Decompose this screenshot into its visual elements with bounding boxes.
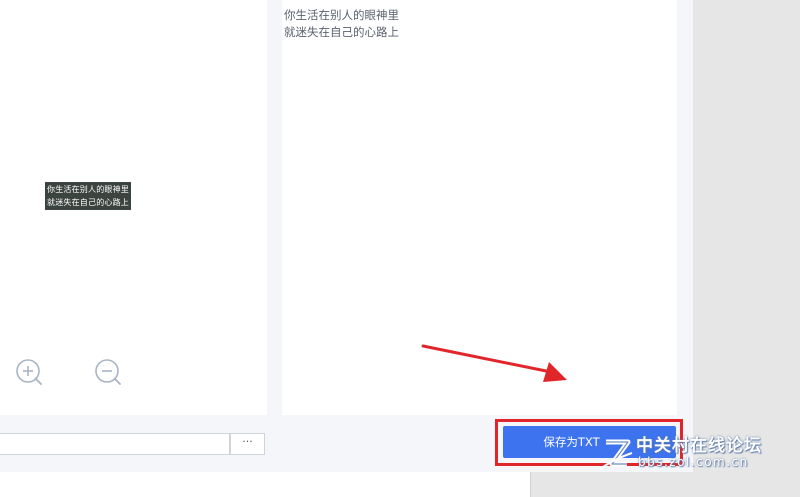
recognized-text[interactable]: 你生活在别人的眼神里 就迷失在自己的心路上 <box>284 7 399 41</box>
source-image-line-2: 就迷失在自己的心路上 <box>47 198 129 207</box>
divider <box>530 472 531 497</box>
zoom-out-button[interactable] <box>93 357 123 387</box>
zol-logo-icon <box>599 439 633 470</box>
source-image: 你生活在别人的眼神里 就迷失在自己的心路上 <box>45 182 131 210</box>
zoom-in-button[interactable] <box>14 357 44 387</box>
zoom-out-icon <box>95 359 121 385</box>
output-path-input[interactable] <box>0 433 230 455</box>
watermark-title: 中关村在线论坛 <box>636 436 762 456</box>
recognized-line-1: 你生活在别人的眼神里 <box>284 8 399 22</box>
recognized-line-2: 就迷失在自己的心路上 <box>284 25 399 39</box>
annotation-arrow <box>421 344 567 382</box>
site-watermark: 中关村在线论坛 bbs.zol.com.cn <box>596 431 796 475</box>
right-gutter <box>693 0 800 497</box>
source-image-line-1: 你生活在别人的眼神里 <box>47 185 129 194</box>
image-preview-panel: 你生活在别人的眼神里 就迷失在自己的心路上 <box>0 0 267 415</box>
background-window <box>0 472 530 497</box>
zoom-in-icon <box>16 359 42 385</box>
browse-button[interactable]: ··· <box>230 433 265 455</box>
ocr-dialog: 你生活在别人的眼神里 就迷失在自己的心路上 你生活在别人的眼神里 就迷失在自己的… <box>0 0 693 472</box>
watermark-url: bbs.zol.com.cn <box>638 455 749 469</box>
